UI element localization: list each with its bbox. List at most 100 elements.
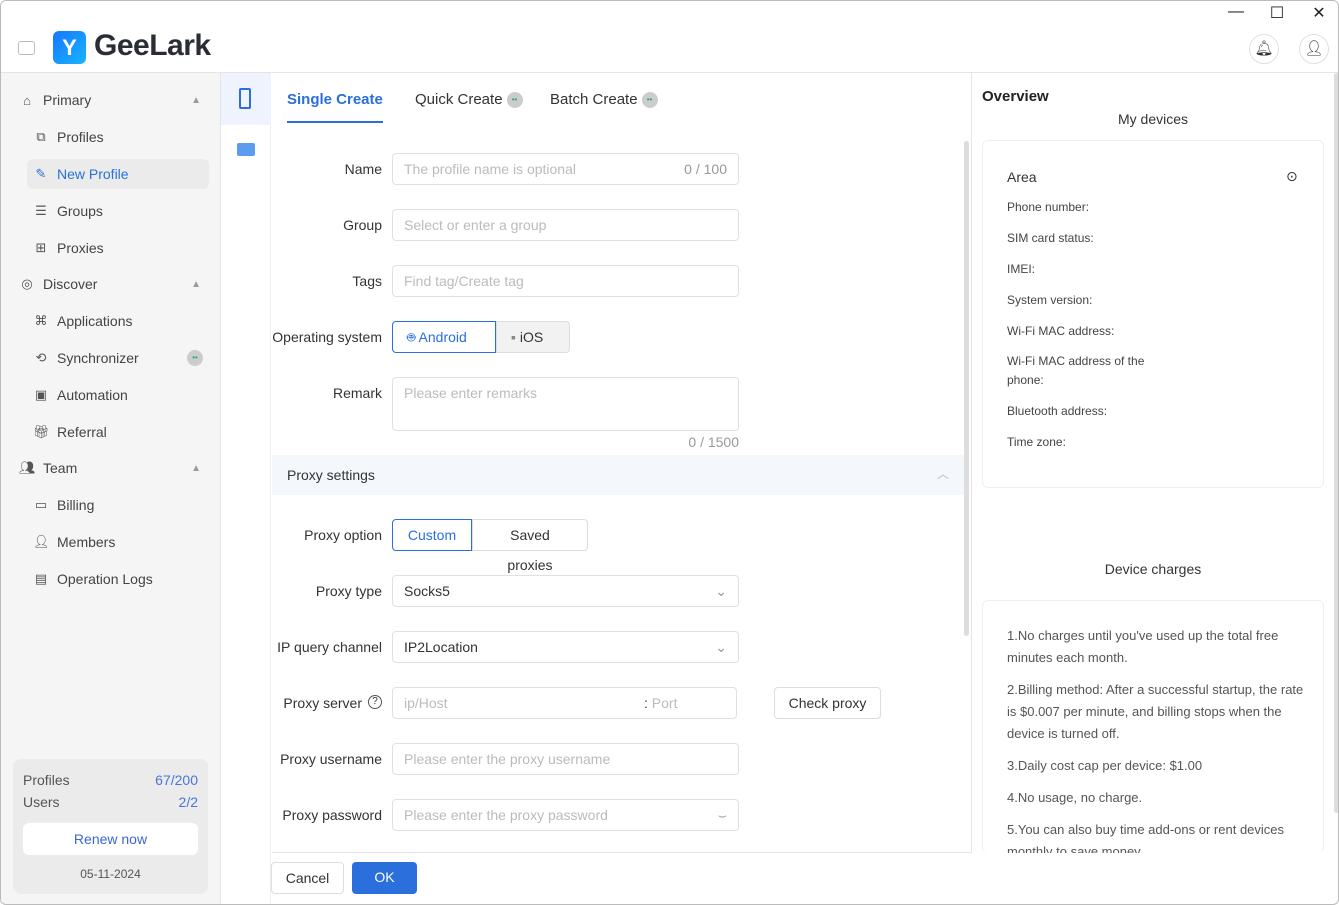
section-label: Discover xyxy=(43,276,98,292)
tags-input[interactable]: Find tag/Create tag xyxy=(392,265,739,297)
eye-closed-icon[interactable]: ⌣ xyxy=(718,800,727,830)
team-icon: 👥︎ xyxy=(19,460,36,475)
item-label: Proxies xyxy=(57,240,104,256)
sidebar-item-referral[interactable]: 🎁︎ Referral xyxy=(27,417,209,447)
check-proxy-button[interactable]: Check proxy xyxy=(774,687,881,719)
gift-icon: 🎁︎ xyxy=(33,424,50,439)
sidebar-item-proxies[interactable]: ⊞ Proxies xyxy=(27,233,209,263)
apple-icon: ▪ xyxy=(511,329,520,345)
item-label: Members xyxy=(57,534,116,550)
geelark-logo: Y xyxy=(53,31,86,64)
members-icon: 👤︎ xyxy=(33,534,50,549)
location-pin-icon[interactable]: ⊙ xyxy=(1286,168,1298,185)
overview-panel: Overview My devices Area ⊙ Phone number:… xyxy=(972,73,1338,904)
close-button[interactable]: ✕ xyxy=(1299,3,1338,23)
area-label: Area xyxy=(1007,169,1037,185)
sidebar-item-groups[interactable]: ☰ Groups xyxy=(27,196,209,226)
expiry-date: 05-11-2024 xyxy=(80,867,141,881)
chevron-up-icon: ▲ xyxy=(191,94,201,106)
glasses-icon: •• xyxy=(506,91,523,108)
robot-icon: ▣ xyxy=(34,387,48,402)
tab-batch-create[interactable]: Batch Create •• xyxy=(550,91,658,108)
ok-button[interactable]: OK xyxy=(352,862,417,894)
device-charges-title: Device charges xyxy=(1104,561,1202,577)
user-avatar-icon[interactable]: 👤︎ xyxy=(1299,34,1329,64)
sidebar-item-synchronizer[interactable]: ⟲ Synchronizer •• xyxy=(27,343,209,373)
sidebar-item-profiles[interactable]: ⧉ Profiles xyxy=(27,122,209,152)
device-type-column xyxy=(221,73,271,904)
section-team[interactable]: 👥︎ Team ▲ xyxy=(19,460,201,476)
item-label: Synchronizer xyxy=(57,350,139,366)
charge-note: 3.Daily cost cap per device: $1.00 xyxy=(1007,758,1203,773)
device-info-card: Area ⊙ Phone number: SIM card status: IM… xyxy=(982,140,1324,488)
create-profile-form: Single Create Quick Create •• Batch Creat… xyxy=(272,73,972,853)
proxy-type-label: Proxy type xyxy=(315,583,382,599)
bell-icon[interactable]: 🔔︎ xyxy=(1249,34,1279,64)
chevron-up-icon: ▲ xyxy=(191,278,201,290)
chevron-up-icon: ▲ xyxy=(191,462,201,474)
home-icon: ⌂ xyxy=(23,92,31,108)
os-label: Operating system xyxy=(272,329,382,345)
sidebar-item-billing[interactable]: ▭ Billing xyxy=(27,490,209,520)
proxy-host-input[interactable]: ip/Host: Port xyxy=(392,687,737,719)
overview-scrollbar[interactable] xyxy=(1334,73,1338,813)
edit-icon: ✎ xyxy=(35,166,47,181)
item-label: Applications xyxy=(57,313,133,329)
tab-single-create[interactable]: Single Create xyxy=(287,91,383,108)
sync-icon: ⟲ xyxy=(35,350,47,365)
overview-title: Overview xyxy=(982,88,1049,105)
item-label: Billing xyxy=(57,497,95,513)
minimize-button[interactable]: — xyxy=(1216,3,1256,21)
sidebar-item-new-profile[interactable]: ✎ New Profile xyxy=(27,159,209,189)
section-discover[interactable]: ◎ Discover ▲ xyxy=(19,276,201,292)
profiles-icon: ⧉ xyxy=(36,129,46,144)
phone-type-button[interactable] xyxy=(221,73,271,125)
chevron-down-icon: ⌄ xyxy=(715,583,727,599)
form-scrollbar[interactable] xyxy=(964,141,969,636)
phone-wifi-mac-field: Wi-Fi MAC address of the phone: xyxy=(1007,354,1145,387)
proxy-username-input[interactable]: Please enter the proxy username xyxy=(392,743,739,775)
cancel-button[interactable]: Cancel xyxy=(271,862,344,894)
os-ios-option[interactable]: ▪ iOS xyxy=(496,321,570,353)
proxy-option-saved[interactable]: Saved proxies xyxy=(472,519,588,573)
device-charges-card: 1.No charges until you've used up the to… xyxy=(982,600,1324,853)
sidebar-item-automation[interactable]: ▣ Automation xyxy=(27,380,209,410)
users-count: 2/2 xyxy=(178,794,198,810)
maximize-button[interactable]: ☐ xyxy=(1257,3,1297,23)
tab-quick-create[interactable]: Quick Create •• xyxy=(415,91,523,108)
desktop-icon[interactable] xyxy=(237,143,255,156)
my-devices-title: My devices xyxy=(1117,111,1189,127)
proxy-port-input[interactable]: : Port xyxy=(644,688,677,718)
group-input[interactable]: Select or enter a group xyxy=(392,209,739,241)
proxy-type-select[interactable]: Socks5 ⌄ xyxy=(392,575,739,607)
proxy-option-label: Proxy option xyxy=(304,527,382,543)
tags-label: Tags xyxy=(352,273,382,289)
planet-icon: ◎ xyxy=(21,276,33,291)
os-android-option[interactable]: 🤖︎ Android xyxy=(392,321,496,353)
proxy-password-label: Proxy password xyxy=(282,807,382,823)
ip-query-select[interactable]: IP2Location ⌄ xyxy=(392,631,739,663)
header: — ☐ ✕ Y GeeLark 🔔︎ 👤︎ xyxy=(1,1,1338,73)
sidebar-toggle-icon[interactable] xyxy=(18,41,35,55)
imei-field: IMEI: xyxy=(1007,262,1036,276)
section-primary[interactable]: ⌂ Primary ▲ xyxy=(19,92,201,108)
section-label: Primary xyxy=(43,92,92,108)
remark-textarea[interactable]: Please enter remarks xyxy=(392,377,739,431)
proxy-server-label: Proxy server xyxy=(283,695,362,711)
renew-now-button[interactable]: Renew now xyxy=(23,823,198,855)
help-icon[interactable]: ? xyxy=(368,695,382,709)
app-window: — ☐ ✕ Y GeeLark 🔔︎ 👤︎ ⌂ Primary ▲ ⧉ Profile… xyxy=(0,0,1339,905)
proxy-password-input[interactable]: Please enter the proxy password ⌣ xyxy=(392,799,739,831)
sidebar-item-applications[interactable]: ⌘ Applications xyxy=(27,306,209,336)
proxy-username-label: Proxy username xyxy=(280,751,382,767)
sidebar-item-operation-logs[interactable]: ▤ Operation Logs xyxy=(27,564,209,594)
item-label: Referral xyxy=(57,424,107,440)
time-zone-field: Time zone: xyxy=(1007,435,1066,449)
item-label: Profiles xyxy=(57,129,104,145)
proxy-option-custom[interactable]: Custom xyxy=(392,519,472,551)
sidebar-item-members[interactable]: 👤︎ Members xyxy=(27,527,209,557)
name-input[interactable]: The profile name is optional 0 / 100 xyxy=(392,153,739,185)
charge-note: 1.No charges until you've used up the to… xyxy=(1007,628,1279,665)
users-label: Users xyxy=(23,794,60,810)
proxy-settings-header[interactable]: Proxy settings ︿ xyxy=(272,455,964,495)
